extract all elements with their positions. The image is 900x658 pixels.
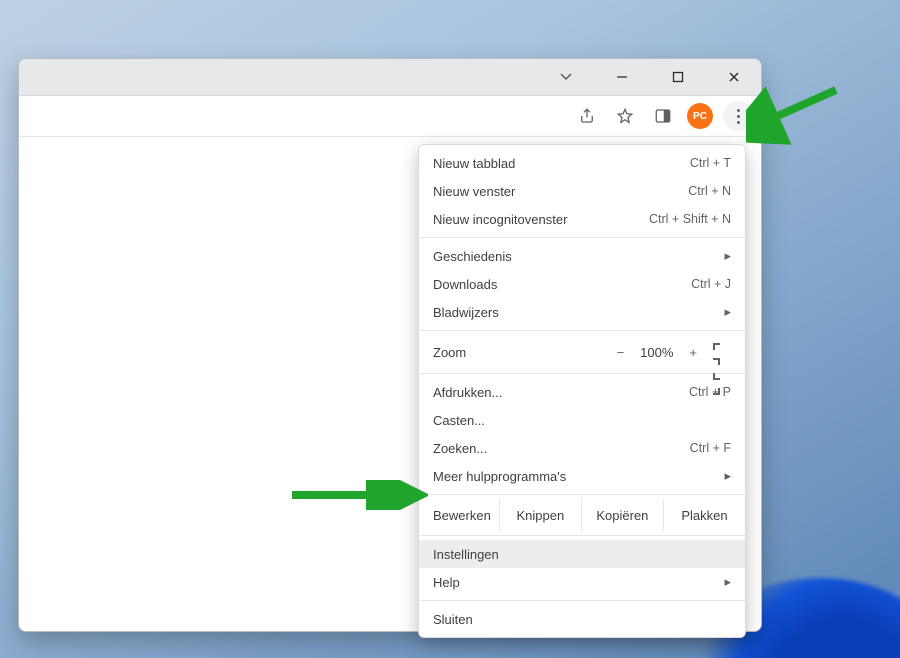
- menu-separator: [419, 535, 745, 536]
- menu-label: Casten...: [433, 413, 485, 428]
- submenu-arrow-icon: ▸: [724, 468, 731, 484]
- menu-item-print[interactable]: Afdrukken... Ctrl + P: [419, 378, 745, 406]
- bookmark-star-icon[interactable]: [611, 102, 639, 130]
- menu-label: Afdrukken...: [433, 385, 502, 400]
- menu-item-settings[interactable]: Instellingen: [419, 540, 745, 568]
- menu-shortcut: Ctrl + P: [689, 385, 731, 399]
- zoom-out-button[interactable]: −: [617, 345, 625, 360]
- edit-cut-button[interactable]: Knippen: [499, 499, 581, 531]
- menu-shortcut: Ctrl + N: [688, 184, 731, 198]
- menu-item-downloads[interactable]: Downloads Ctrl + J: [419, 270, 745, 298]
- menu-label: Bladwijzers: [433, 305, 499, 320]
- menu-edit-row: Bewerken Knippen Kopiëren Plakken: [419, 499, 745, 531]
- menu-item-new-window[interactable]: Nieuw venster Ctrl + N: [419, 177, 745, 205]
- close-window-button[interactable]: [713, 63, 755, 91]
- menu-separator: [419, 600, 745, 601]
- menu-shortcut: Ctrl + F: [690, 441, 731, 455]
- desktop-background: PC Nieuw tabblad Ctrl + T Nieuw venster …: [0, 0, 900, 658]
- menu-label: Meer hulpprogramma's: [433, 469, 566, 484]
- menu-shortcut: Ctrl + J: [691, 277, 731, 291]
- menu-label: Sluiten: [433, 612, 473, 627]
- menu-item-help[interactable]: Help ▸: [419, 568, 745, 596]
- menu-separator: [419, 494, 745, 495]
- browser-toolbar: PC: [19, 96, 761, 137]
- maximize-button[interactable]: [657, 63, 699, 91]
- menu-item-cast[interactable]: Casten...: [419, 406, 745, 434]
- side-panel-icon[interactable]: [649, 102, 677, 130]
- submenu-arrow-icon: ▸: [724, 248, 731, 264]
- vertical-dots-icon: [737, 109, 740, 124]
- menu-label: Nieuw venster: [433, 184, 515, 199]
- minimize-button[interactable]: [601, 63, 643, 91]
- avatar-initials: PC: [693, 111, 707, 122]
- menu-label: Zoeken...: [433, 441, 487, 456]
- menu-item-new-incognito[interactable]: Nieuw incognitovenster Ctrl + Shift + N: [419, 205, 745, 233]
- menu-zoom-row: Zoom − 100% +: [419, 335, 745, 369]
- menu-item-more-tools[interactable]: Meer hulpprogramma's ▸: [419, 462, 745, 490]
- menu-label: Nieuw incognitovenster: [433, 212, 567, 227]
- more-menu-button[interactable]: [723, 101, 753, 131]
- menu-label: Downloads: [433, 277, 497, 292]
- menu-item-history[interactable]: Geschiedenis ▸: [419, 242, 745, 270]
- menu-item-exit[interactable]: Sluiten: [419, 605, 745, 633]
- window-titlebar: [19, 59, 761, 96]
- tab-search-chevron[interactable]: [551, 63, 581, 91]
- submenu-arrow-icon: ▸: [724, 574, 731, 590]
- menu-item-new-tab[interactable]: Nieuw tabblad Ctrl + T: [419, 149, 745, 177]
- menu-separator: [419, 330, 745, 331]
- menu-separator: [419, 237, 745, 238]
- menu-shortcut: Ctrl + T: [690, 156, 731, 170]
- fullscreen-icon[interactable]: [713, 343, 731, 361]
- menu-label: Help: [433, 575, 460, 590]
- edit-paste-button[interactable]: Plakken: [663, 499, 745, 531]
- share-icon[interactable]: [573, 102, 601, 130]
- edit-label: Bewerken: [419, 508, 499, 523]
- profile-avatar[interactable]: PC: [687, 103, 713, 129]
- edit-copy-button[interactable]: Kopiëren: [581, 499, 663, 531]
- menu-item-find[interactable]: Zoeken... Ctrl + F: [419, 434, 745, 462]
- zoom-label: Zoom: [433, 345, 466, 360]
- submenu-arrow-icon: ▸: [724, 304, 731, 320]
- menu-item-bookmarks[interactable]: Bladwijzers ▸: [419, 298, 745, 326]
- menu-label: Geschiedenis: [433, 249, 512, 264]
- zoom-percent: 100%: [640, 345, 673, 360]
- menu-label: Nieuw tabblad: [433, 156, 515, 171]
- menu-shortcut: Ctrl + Shift + N: [649, 212, 731, 226]
- chrome-main-menu: Nieuw tabblad Ctrl + T Nieuw venster Ctr…: [418, 144, 746, 638]
- zoom-in-button[interactable]: +: [689, 345, 697, 360]
- menu-separator: [419, 373, 745, 374]
- menu-label: Instellingen: [433, 547, 499, 562]
